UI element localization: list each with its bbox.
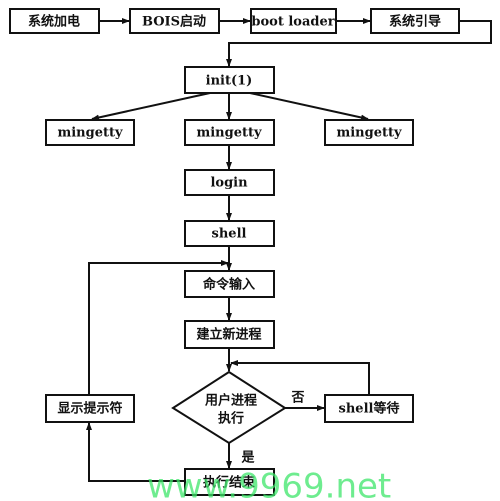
- node-label: login: [210, 176, 248, 191]
- node-label: BOIS启动: [142, 14, 206, 30]
- decision-label: 执行: [218, 411, 244, 427]
- node-system-boot: 系统引导: [370, 8, 460, 34]
- node-mingetty-middle: mingetty: [184, 119, 275, 146]
- node-label: mingetty: [196, 126, 262, 141]
- watermark: www.9969.net: [147, 467, 391, 501]
- node-label: 建立新进程: [196, 327, 261, 343]
- node-command-input: 命令输入: [184, 270, 275, 298]
- node-label: shell: [212, 227, 247, 242]
- node-shell: shell: [184, 220, 275, 247]
- node-label: 系统加电: [28, 14, 80, 30]
- decision-label: 用户进程: [204, 393, 257, 409]
- node-new-process: 建立新进程: [184, 320, 275, 349]
- edge-label-no: 否: [290, 391, 304, 406]
- node-power-on: 系统加电: [9, 8, 100, 34]
- node-label: init(1): [206, 74, 253, 89]
- node-show-prompt: 显示提示符: [45, 394, 135, 423]
- node-bios: BOIS启动: [129, 8, 220, 34]
- node-label: 显示提示符: [57, 401, 122, 417]
- node-shell-wait: shell等待: [324, 394, 414, 423]
- node-label: mingetty: [57, 126, 123, 141]
- arrow: [91, 92, 211, 121]
- node-init: init(1): [184, 66, 275, 94]
- node-mingetty-left: mingetty: [45, 119, 135, 146]
- boot-flowchart: 系统加电 BOIS启动 boot loader 系统引导 init(1) min…: [9, 8, 492, 501]
- node-label: 命令输入: [202, 277, 255, 293]
- node-mingetty-right: mingetty: [324, 119, 414, 146]
- decision-user-process: 用户进程 执行: [171, 370, 287, 445]
- node-label: shell等待: [339, 401, 400, 417]
- node-boot-loader: boot loader: [250, 8, 337, 34]
- node-label: 系统引导: [389, 14, 441, 30]
- edge-label-yes: 是: [240, 451, 255, 466]
- arrow: [249, 92, 369, 121]
- node-login: login: [184, 169, 275, 196]
- connectors: [86, 18, 492, 482]
- node-label: boot loader: [251, 15, 334, 30]
- node-label: mingetty: [336, 126, 402, 141]
